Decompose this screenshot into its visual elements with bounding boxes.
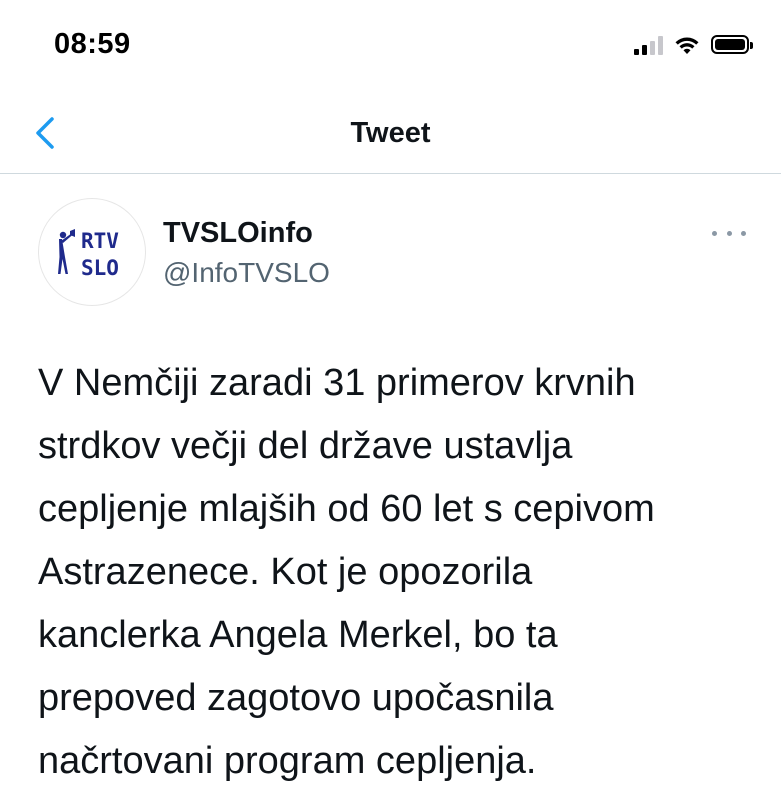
rtv-slo-logo: RTV SLO: [58, 229, 119, 280]
logo-text-rtv: RTV: [81, 229, 119, 253]
battery-icon: [711, 35, 753, 54]
logo-text-slo: SLO: [81, 256, 119, 280]
status-icons: [634, 34, 753, 55]
tweet-text: V Nemčiji zaradi 31 primerov krvnih strd…: [38, 362, 655, 782]
user-handle[interactable]: @InfoTVSLO: [163, 256, 330, 290]
status-bar: 08:59: [0, 0, 781, 95]
display-name[interactable]: TVSLOinfo: [163, 216, 330, 250]
wifi-icon: [675, 37, 699, 54]
more-horizontal-icon: [712, 230, 717, 236]
page-title: Tweet: [350, 117, 431, 149]
avatar[interactable]: RTV SLO: [38, 198, 146, 306]
more-options-button[interactable]: [712, 226, 746, 240]
status-time: 08:59: [54, 28, 131, 60]
navigation-bar: Tweet: [0, 95, 781, 174]
cellular-signal-icon: [634, 35, 663, 55]
user-names: TVSLOinfo @InfoTVSLO: [163, 216, 330, 290]
tweet-header: RTV SLO TVSLOinfo @InfoTVSLO: [38, 198, 748, 308]
